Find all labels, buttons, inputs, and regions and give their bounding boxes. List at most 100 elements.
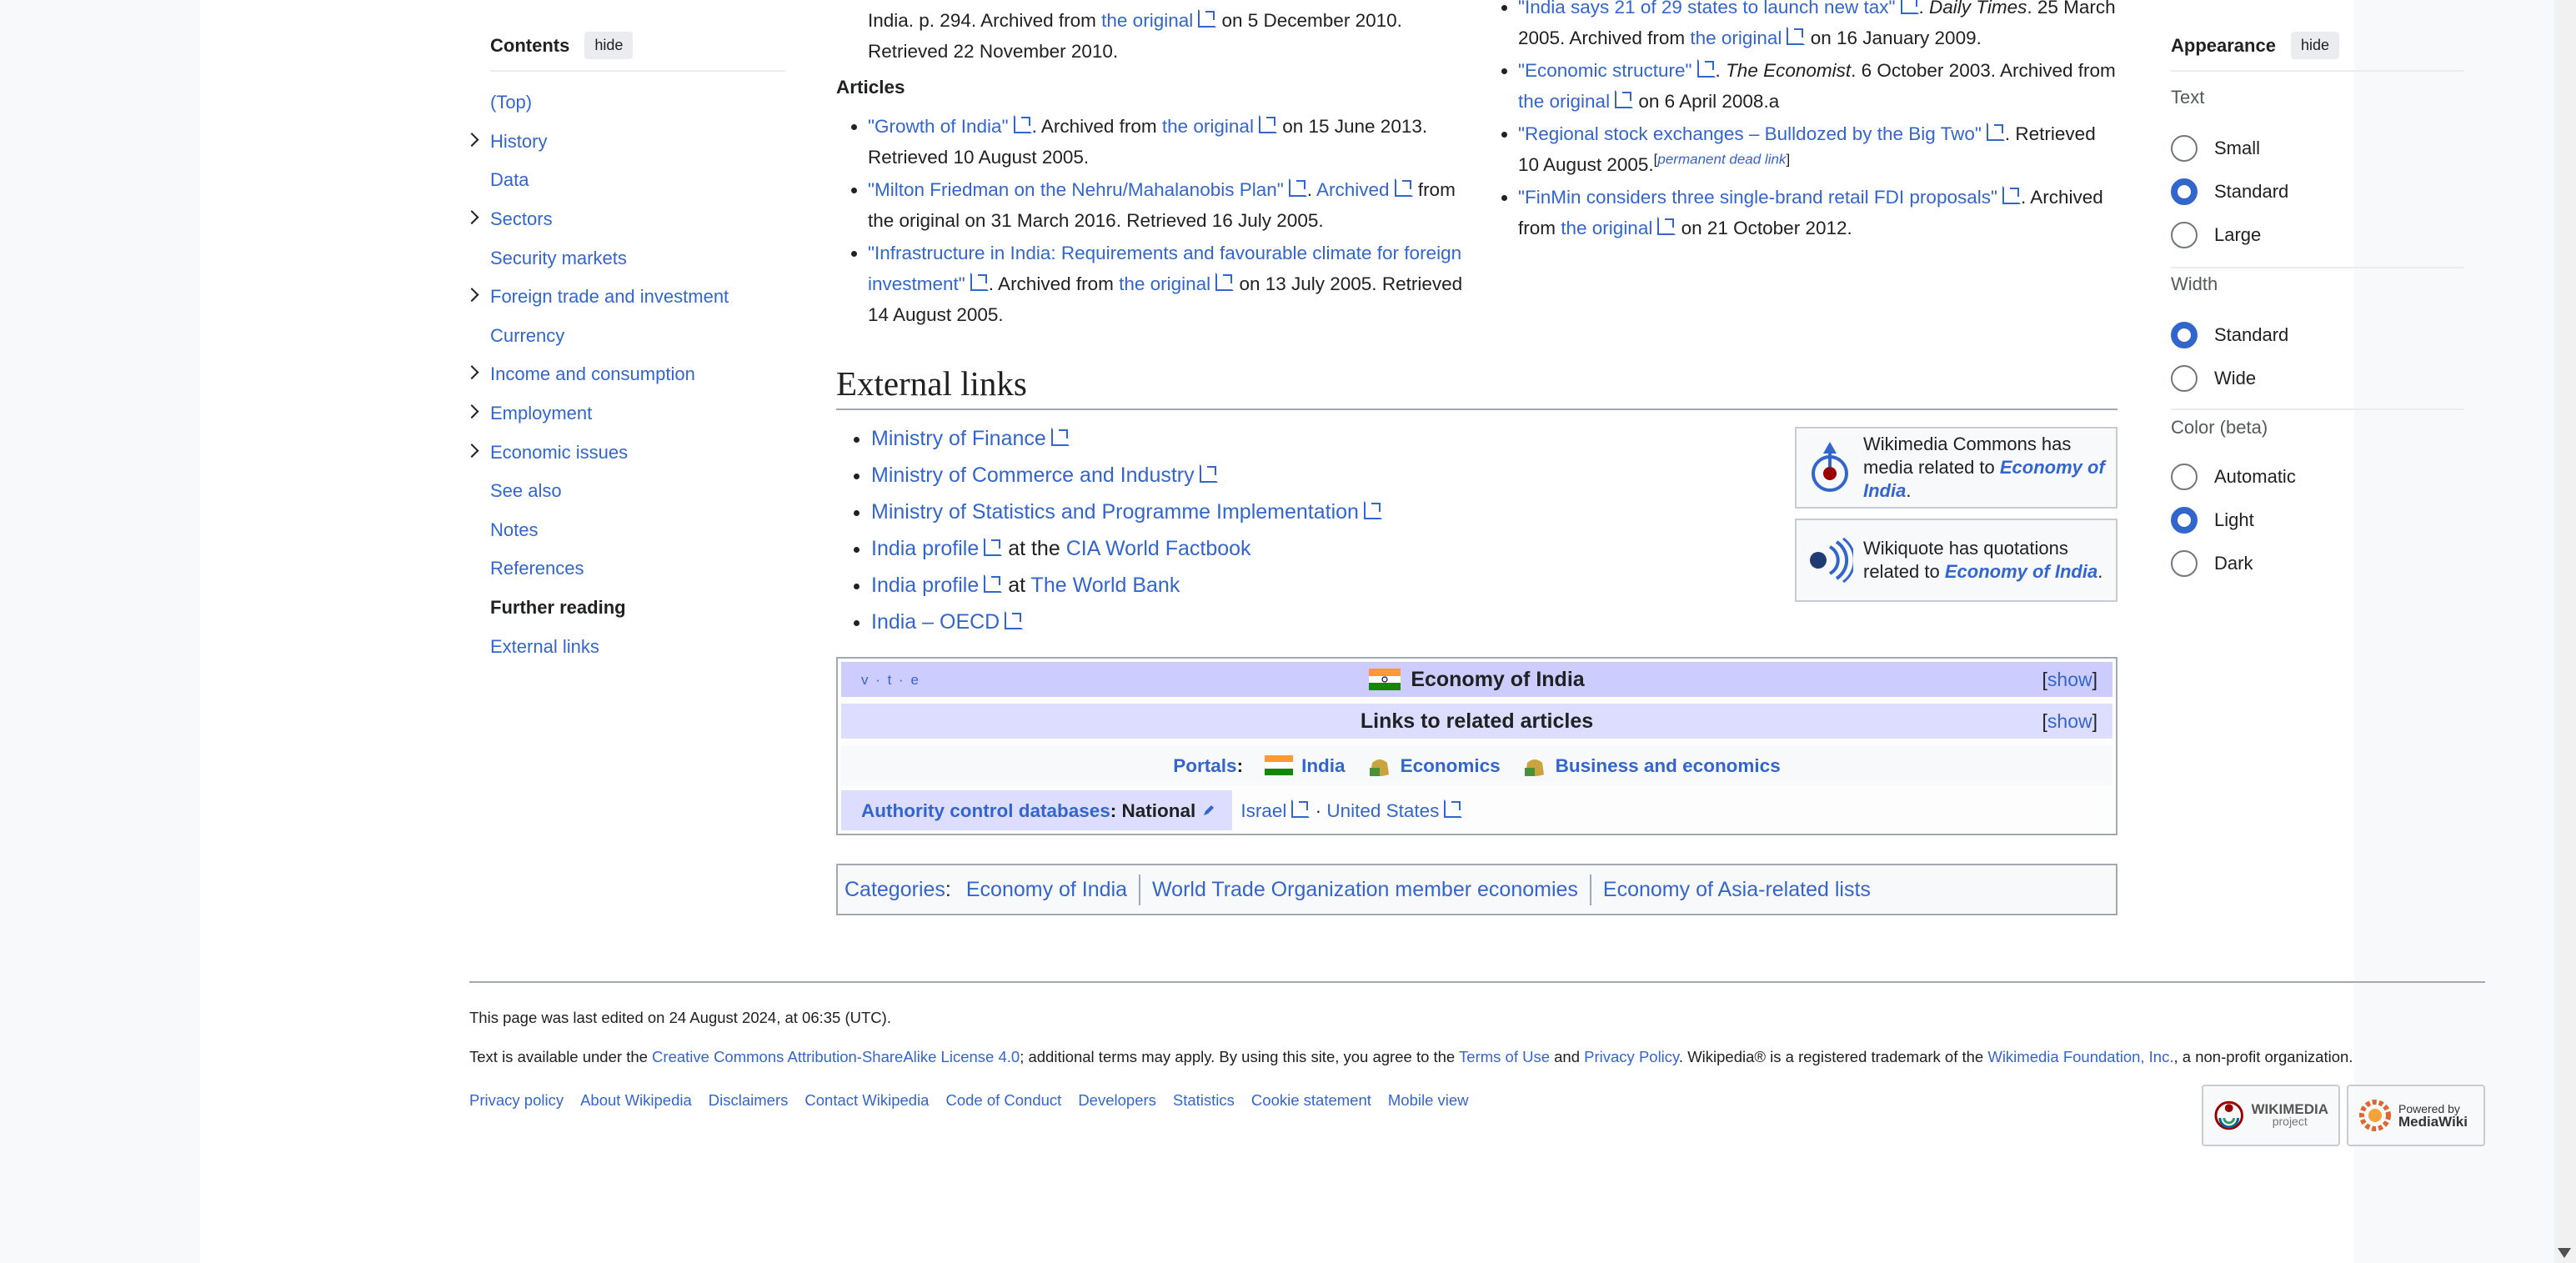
footer-link-disclaimers[interactable]: Disclaimers bbox=[709, 1091, 789, 1110]
chevron-right-icon[interactable] bbox=[464, 443, 479, 458]
text-size-standard-option[interactable]: Standard bbox=[2171, 178, 2288, 205]
toc-item-sectors[interactable]: Sectors bbox=[464, 200, 729, 239]
scrollbar[interactable] bbox=[2554, 0, 2576, 1263]
chevron-right-icon[interactable] bbox=[464, 288, 479, 303]
footer-link-privacy[interactable]: Privacy policy bbox=[469, 1091, 564, 1110]
ref-title-link[interactable]: "FinMin considers three single-brand ret… bbox=[1518, 187, 2021, 208]
ref-title-link[interactable]: "India says 21 of 29 states to launch ne… bbox=[1518, 0, 1919, 18]
radio-button-selected[interactable] bbox=[2171, 322, 2198, 348]
navbox-show-link[interactable]: show bbox=[2047, 669, 2092, 690]
radio-label[interactable]: Small bbox=[2214, 138, 2260, 159]
authority-us-link[interactable]: United States bbox=[1326, 800, 1462, 821]
ref-archive-link[interactable]: the original bbox=[1690, 28, 1805, 48]
radio-button[interactable] bbox=[2171, 222, 2198, 248]
portal-india[interactable]: India bbox=[1265, 750, 1346, 781]
ref-title-link[interactable]: "Regional stock exchanges – Bulldozed by… bbox=[1518, 123, 2005, 144]
toc-item-label[interactable]: Income and consumption bbox=[490, 363, 695, 385]
ref-archive-link[interactable]: the original bbox=[1119, 273, 1234, 294]
privacy-policy-link[interactable]: Privacy Policy bbox=[1584, 1048, 1679, 1065]
navbox-vte-links[interactable]: v · t · e bbox=[861, 664, 920, 695]
toc-item-employment[interactable]: Employment bbox=[464, 394, 729, 434]
cc-license-link[interactable]: Creative Commons Attribution-ShareAlike … bbox=[652, 1048, 1020, 1065]
radio-button[interactable] bbox=[2171, 550, 2198, 577]
toc-item-label[interactable]: Data bbox=[490, 169, 529, 191]
ref-title-link[interactable]: "Economic structure" bbox=[1518, 60, 1716, 81]
radio-label[interactable]: Light bbox=[2214, 509, 2254, 531]
width-standard-option[interactable]: Standard bbox=[2171, 322, 2288, 348]
category-link[interactable]: World Trade Organization member economie… bbox=[1139, 874, 1590, 905]
pencil-edit-icon[interactable] bbox=[1202, 804, 1215, 817]
radio-label[interactable]: Dark bbox=[2214, 553, 2253, 574]
chevron-right-icon[interactable] bbox=[464, 404, 479, 419]
navbox-group-show-toggle[interactable]: [show] bbox=[2042, 706, 2097, 737]
toc-item-label[interactable]: External links bbox=[490, 636, 599, 658]
india-profile-link[interactable]: India profile bbox=[871, 574, 1002, 597]
footer-link-about[interactable]: About Wikipedia bbox=[580, 1091, 692, 1110]
toc-item-security-markets[interactable]: Security markets bbox=[490, 238, 729, 278]
toc-item-label[interactable]: References bbox=[490, 558, 584, 579]
categories-label[interactable]: Categories bbox=[844, 875, 945, 905]
authority-israel-link[interactable]: Israel bbox=[1240, 800, 1310, 821]
toc-item-external-links[interactable]: External links bbox=[490, 627, 729, 666]
color-dark-option[interactable]: Dark bbox=[2171, 550, 2253, 577]
toc-item-top[interactable]: (Top) bbox=[490, 83, 729, 123]
oecd-link[interactable]: India – OECD bbox=[871, 610, 1023, 634]
toc-item-currency[interactable]: Currency bbox=[490, 317, 729, 356]
category-link[interactable]: Economy of India bbox=[951, 875, 1139, 905]
radio-button-selected[interactable] bbox=[2171, 178, 2198, 205]
radio-label[interactable]: Wide bbox=[2214, 368, 2256, 389]
radio-button[interactable] bbox=[2171, 135, 2198, 162]
dead-link-label[interactable]: permanent dead link bbox=[1657, 152, 1786, 168]
wikimedia-project-badge[interactable]: WIKIMEDIA project bbox=[2202, 1085, 2340, 1146]
india-profile-link[interactable]: India profile bbox=[871, 537, 1002, 560]
chevron-right-icon[interactable] bbox=[464, 365, 479, 380]
appearance-hide-button[interactable]: hide bbox=[2290, 32, 2339, 59]
toc-item-label[interactable]: Security markets bbox=[490, 248, 627, 269]
toc-item-label[interactable]: History bbox=[490, 131, 547, 153]
color-automatic-option[interactable]: Automatic bbox=[2171, 464, 2296, 490]
portal-economics-link[interactable]: Economics bbox=[1401, 750, 1501, 781]
ministry-finance-link[interactable]: Ministry of Finance bbox=[871, 427, 1070, 450]
toc-item-references[interactable]: References bbox=[490, 549, 729, 589]
radio-label[interactable]: Standard bbox=[2214, 181, 2288, 203]
portal-economics[interactable]: Economics bbox=[1367, 750, 1501, 781]
footer-link-cookie-statement[interactable]: Cookie statement bbox=[1251, 1091, 1371, 1110]
toc-item-label[interactable]: Notes bbox=[490, 519, 538, 541]
scroll-down-arrow-icon[interactable] bbox=[2558, 1248, 2571, 1258]
portal-india-link[interactable]: India bbox=[1301, 750, 1346, 781]
navbox-show-toggle[interactable]: [show] bbox=[2042, 664, 2097, 695]
ref-title-link[interactable]: "Milton Friedman on the Nehru/Mahalanobi… bbox=[868, 179, 1307, 200]
toc-item-notes[interactable]: Notes bbox=[490, 511, 729, 550]
toc-item-economic-issues[interactable]: Economic issues bbox=[464, 433, 729, 472]
toc-item-label[interactable]: Currency bbox=[490, 325, 564, 347]
toc-item-data[interactable]: Data bbox=[490, 161, 729, 200]
toc-item-label[interactable]: Economic issues bbox=[490, 442, 628, 464]
chevron-right-icon[interactable] bbox=[464, 210, 479, 225]
footer-link-contact[interactable]: Contact Wikipedia bbox=[804, 1091, 929, 1110]
toc-item-label[interactable]: Employment bbox=[490, 403, 592, 424]
width-wide-option[interactable]: Wide bbox=[2171, 365, 2256, 392]
radio-label[interactable]: Large bbox=[2214, 224, 2261, 246]
ref-title-link[interactable]: "Growth of India" bbox=[868, 116, 1032, 137]
footer-link-statistics[interactable]: Statistics bbox=[1173, 1091, 1235, 1110]
radio-button[interactable] bbox=[2171, 464, 2198, 490]
ref-archive-link[interactable]: the original bbox=[1518, 91, 1633, 112]
footer-link-code-of-conduct[interactable]: Code of Conduct bbox=[945, 1091, 1061, 1110]
color-light-option[interactable]: Light bbox=[2171, 507, 2254, 534]
text-size-large-option[interactable]: Large bbox=[2171, 222, 2261, 248]
toc-item-label[interactable]: See also bbox=[490, 480, 562, 502]
portal-business-link[interactable]: Business and economics bbox=[1556, 750, 1781, 781]
footer-link-developers[interactable]: Developers bbox=[1078, 1091, 1156, 1110]
portals-label[interactable]: Portals bbox=[1173, 750, 1236, 781]
radio-label[interactable]: Automatic bbox=[2214, 466, 2296, 488]
mediawiki-badge[interactable]: Powered by MediaWiki bbox=[2347, 1085, 2485, 1146]
text-size-small-option[interactable]: Small bbox=[2171, 135, 2260, 162]
wikimedia-foundation-link[interactable]: Wikimedia Foundation, Inc. bbox=[1987, 1048, 2173, 1065]
world-bank-link[interactable]: The World Bank bbox=[1031, 574, 1180, 597]
ministry-statistics-link[interactable]: Ministry of Statistics and Programme Imp… bbox=[871, 500, 1382, 524]
category-link[interactable]: Economy of Asia-related lists bbox=[1589, 874, 1882, 905]
chevron-right-icon[interactable] bbox=[464, 133, 479, 147]
radio-button[interactable] bbox=[2171, 365, 2198, 392]
radio-button-selected[interactable] bbox=[2171, 507, 2198, 534]
authority-control-link[interactable]: Authority control databases bbox=[861, 795, 1110, 826]
